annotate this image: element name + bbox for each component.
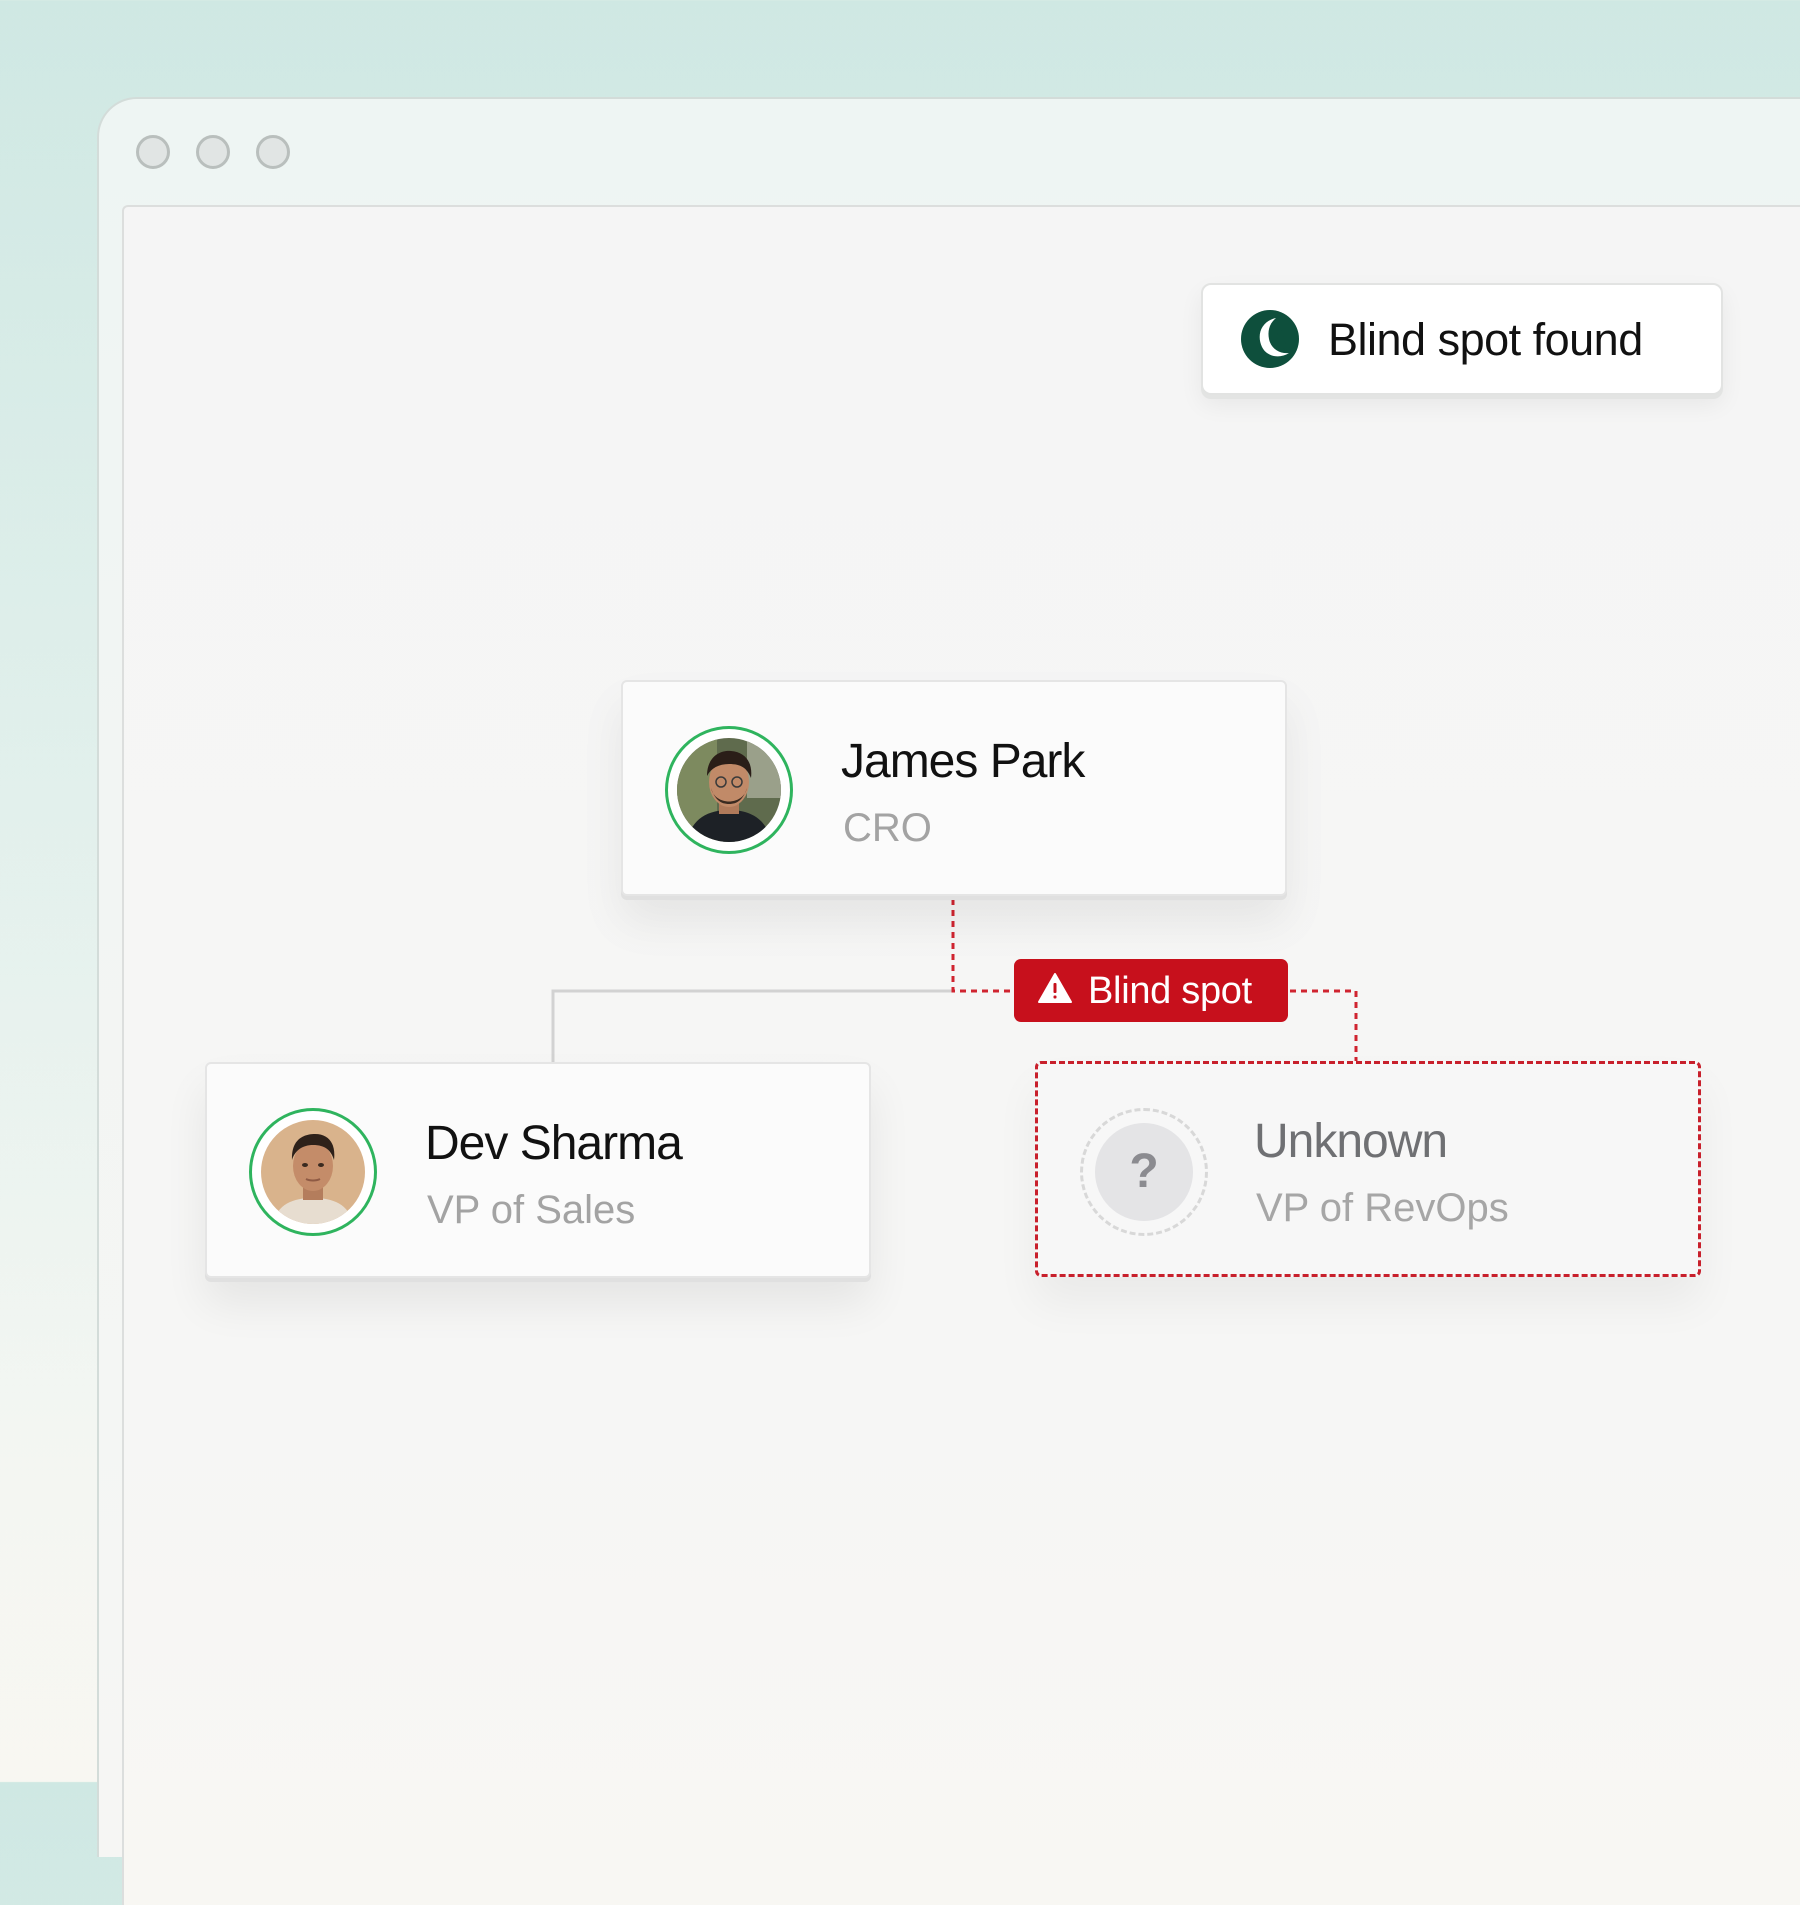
warning-triangle-icon: [1038, 973, 1072, 1003]
avatar: [665, 726, 793, 854]
person-name: Unknown: [1254, 1115, 1448, 1168]
blind-spot-toast: Blind spot found: [1201, 283, 1723, 395]
person-title: VP of RevOps: [1256, 1186, 1509, 1230]
avatar-photo-dev: [261, 1120, 365, 1224]
org-card-unknown[interactable]: ? Unknown VP of RevOps: [1035, 1061, 1701, 1277]
window-maximize-dot[interactable]: [256, 135, 290, 169]
company-logo-icon: [1241, 310, 1299, 368]
org-card-james-park[interactable]: James Park CRO: [621, 680, 1287, 896]
avatar-photo-james: [677, 738, 781, 842]
question-mark-icon: ?: [1095, 1123, 1193, 1221]
window-minimize-dot[interactable]: [196, 135, 230, 169]
blind-spot-badge-label: Blind spot: [1088, 970, 1252, 1012]
person-title: CRO: [843, 806, 932, 850]
window-close-dot[interactable]: [136, 135, 170, 169]
org-chart-canvas: [122, 205, 1800, 1905]
org-card-dev-sharma[interactable]: Dev Sharma VP of Sales: [205, 1062, 871, 1278]
person-name: James Park: [841, 735, 1085, 788]
blind-spot-badge: Blind spot: [1014, 959, 1288, 1022]
person-name: Dev Sharma: [425, 1117, 683, 1170]
avatar: [249, 1108, 377, 1236]
person-title: VP of Sales: [427, 1188, 636, 1232]
toast-message: Blind spot found: [1328, 314, 1643, 365]
unknown-avatar: ?: [1080, 1108, 1208, 1236]
